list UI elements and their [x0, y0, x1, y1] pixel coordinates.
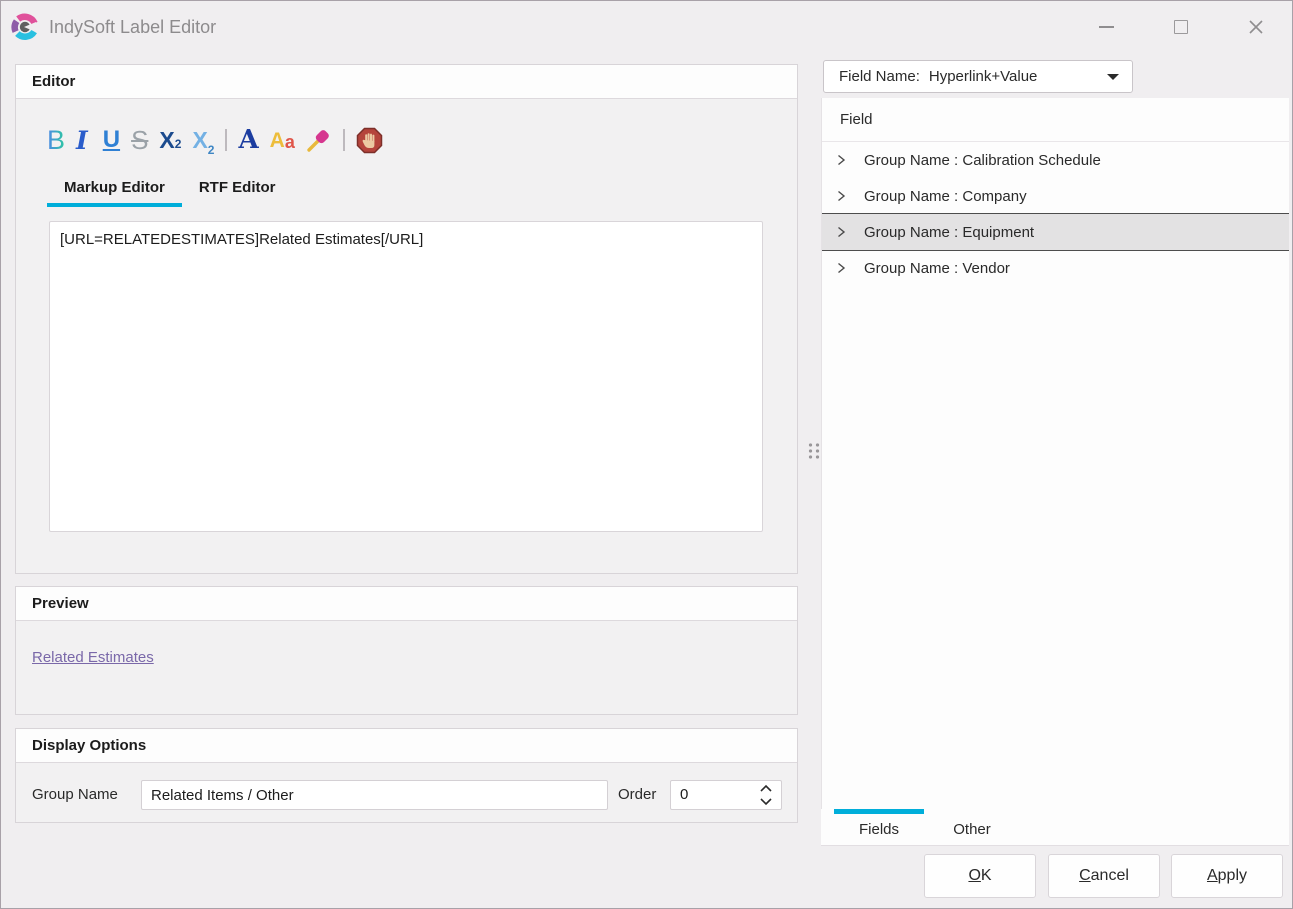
italic-icon[interactable]: I: [76, 128, 92, 153]
tab-other[interactable]: Other: [936, 809, 1008, 845]
order-label: Order: [618, 786, 656, 803]
preview-hyperlink[interactable]: Related Estimates: [32, 649, 154, 666]
indysoft-logo-icon: [11, 13, 39, 41]
font-icon[interactable]: A: [238, 127, 258, 153]
chevron-right-icon: [836, 226, 846, 238]
highlight-brush-icon[interactable]: [306, 127, 332, 153]
chevron-right-icon: [836, 154, 846, 166]
formatting-toolbar: B I U S X2 X2 A Aa: [47, 123, 383, 157]
underline-icon[interactable]: U: [103, 128, 120, 152]
order-stepper[interactable]: 0: [670, 780, 782, 810]
field-panel-tab-bar: Fields Other: [821, 809, 1289, 846]
group-name-label: Group Name: [32, 786, 118, 803]
superscript-icon[interactable]: X2: [159, 129, 181, 152]
cancel-button[interactable]: Cancel: [1048, 854, 1160, 898]
tree-row-equipment[interactable]: Group Name : Equipment: [822, 213, 1289, 251]
tree-row-calibration-schedule[interactable]: Group Name : Calibration Schedule: [822, 142, 1289, 178]
preview-panel-title: Preview: [16, 587, 797, 621]
chevron-right-icon: [836, 190, 846, 202]
field-name-dropdown[interactable]: Field Name: Hyperlink+Value: [823, 60, 1133, 93]
display-options-panel: Display Options Group Name Order 0: [15, 728, 798, 823]
chevron-right-icon: [836, 262, 846, 274]
font-case-icon[interactable]: Aa: [270, 130, 295, 151]
indysoft-label-editor-window: IndySoft Label Editor Editor B I U S X2 …: [0, 0, 1293, 909]
display-options-row: Group Name Order 0: [16, 773, 797, 819]
chevron-down-icon: [759, 797, 773, 806]
editor-tab-bar: Markup Editor RTF Editor: [47, 171, 293, 207]
apply-button[interactable]: Apply: [1171, 854, 1283, 898]
group-name-input[interactable]: [141, 780, 608, 810]
field-name-label: Field Name:: [839, 68, 920, 85]
minimize-icon: [1099, 26, 1114, 28]
title-bar: IndySoft Label Editor: [1, 1, 1292, 53]
splitter-handle[interactable]: [806, 441, 820, 460]
maximize-button[interactable]: [1164, 1, 1198, 53]
tab-fields[interactable]: Fields: [834, 809, 924, 845]
editor-panel: Editor B I U S X2 X2 A Aa: [15, 64, 798, 574]
close-icon: [1248, 19, 1264, 35]
display-options-panel-title: Display Options: [16, 729, 797, 763]
toolbar-separator: [225, 129, 227, 151]
tree-row-vendor[interactable]: Group Name : Vendor: [822, 250, 1289, 286]
maximize-icon: [1174, 20, 1188, 34]
close-button[interactable]: [1239, 1, 1273, 53]
preview-panel: Preview Related Estimates: [15, 586, 798, 715]
markup-textarea[interactable]: [URL=RELATEDESTIMATES]Related Estimates[…: [49, 221, 763, 532]
tab-markup-editor[interactable]: Markup Editor: [47, 171, 182, 207]
field-list: Field Group Name : Calibration Schedule …: [821, 98, 1289, 809]
toolbar-separator: [343, 129, 345, 151]
tree-row-company[interactable]: Group Name : Company: [822, 178, 1289, 214]
field-name-dropdown-text: Field Name: Hyperlink+Value: [839, 61, 1037, 92]
dropdown-arrow-icon: [1107, 74, 1119, 80]
stepper-arrows[interactable]: [759, 784, 773, 806]
stop-hand-icon[interactable]: [356, 127, 383, 154]
field-list-column-header: Field: [822, 98, 1289, 142]
strikethrough-icon[interactable]: S: [131, 127, 148, 153]
chevron-up-icon: [759, 784, 773, 793]
ok-button[interactable]: OK: [924, 854, 1036, 898]
window-title: IndySoft Label Editor: [49, 1, 216, 53]
bold-icon[interactable]: B: [47, 127, 65, 154]
subscript-icon[interactable]: X2: [192, 129, 214, 152]
editor-panel-title: Editor: [16, 65, 797, 99]
field-name-value: Hyperlink+Value: [929, 68, 1038, 85]
order-value: 0: [680, 781, 688, 809]
minimize-button[interactable]: [1089, 1, 1123, 53]
tab-rtf-editor[interactable]: RTF Editor: [182, 171, 293, 207]
